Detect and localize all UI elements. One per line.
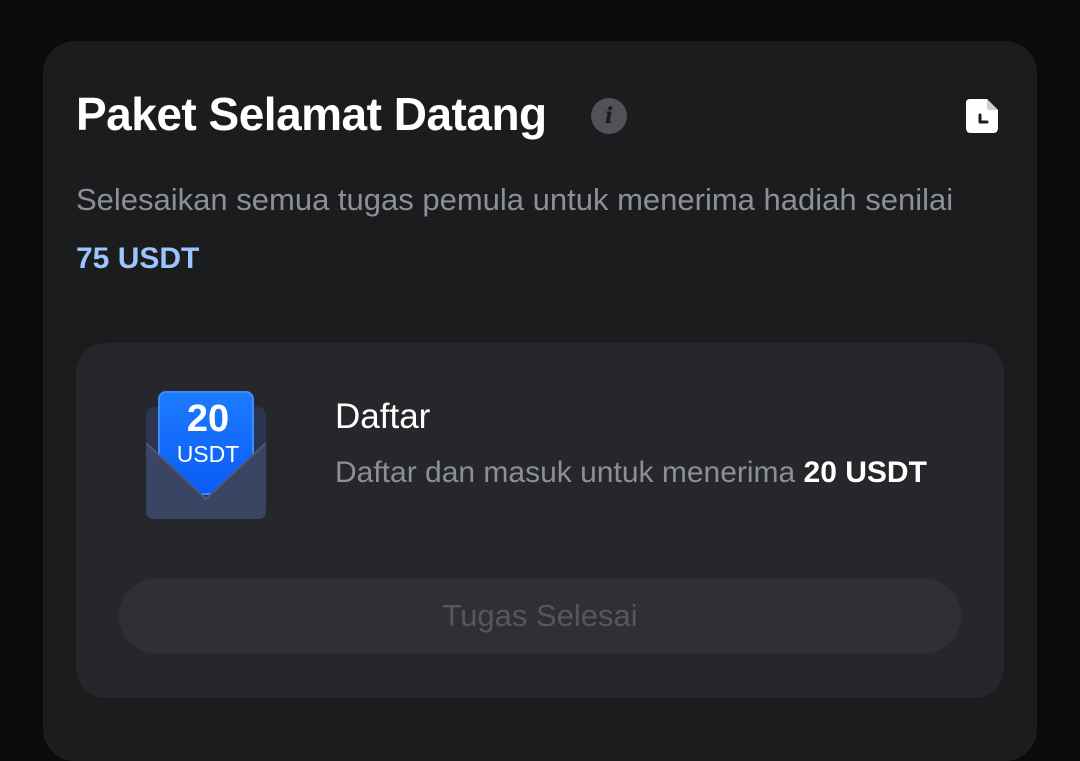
info-icon[interactable]: i <box>591 98 627 134</box>
history-icon[interactable] <box>966 99 998 133</box>
page-title: Paket Selamat Datang <box>76 88 547 140</box>
task-description-text: Daftar dan masuk untuk menerima <box>335 456 804 489</box>
task-description: Daftar dan masuk untuk menerima 20 USDT <box>335 451 935 494</box>
task-description-reward: 20 USDT <box>803 456 927 489</box>
intro-text: Selesaikan semua tugas pemula untuk mene… <box>76 182 954 217</box>
welcome-package-card: Paket Selamat Datang i Selesaikan semua … <box>43 41 1037 761</box>
task-card: 20 USDT Daftar Daftar dan masuk untuk me… <box>76 343 1004 698</box>
total-reward-amount: 75 USDT <box>76 242 200 275</box>
task-title: Daftar <box>335 397 431 436</box>
task-complete-button[interactable]: Tugas Selesai <box>119 578 961 654</box>
envelope-front <box>146 442 266 519</box>
reward-envelope-icon: 20 USDT <box>146 389 266 519</box>
